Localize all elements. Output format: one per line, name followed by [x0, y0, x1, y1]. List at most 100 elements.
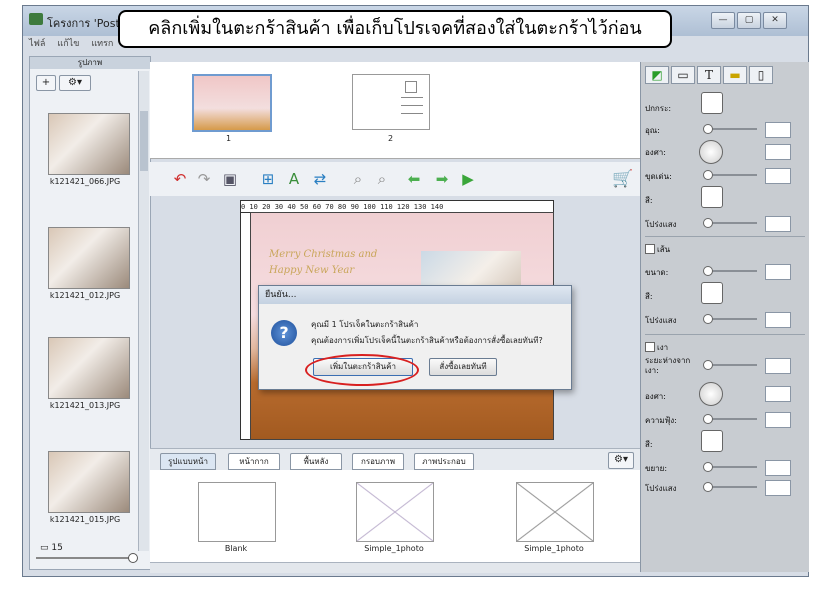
add-photo-button[interactable]: +	[36, 75, 56, 91]
line-color-swatch[interactable]	[701, 282, 723, 304]
slider-knob[interactable]	[703, 170, 713, 180]
stamp-box-icon	[405, 81, 417, 93]
tab-clipart[interactable]: ภาพประกอบ	[414, 453, 474, 470]
shadow-color-swatch[interactable]	[701, 430, 723, 452]
slider-knob[interactable]	[703, 462, 713, 472]
photo-scrollbar[interactable]	[138, 71, 149, 551]
alpha-input[interactable]	[765, 122, 791, 138]
fill-tool-icon[interactable]: ◩	[645, 66, 669, 84]
color-swatch[interactable]	[701, 92, 723, 114]
minimize-button[interactable]: —	[711, 12, 735, 29]
line-opacity-input[interactable]	[765, 312, 791, 328]
cart-icon[interactable]: 🛒	[612, 170, 633, 188]
prop-label: โปร่งแสง	[645, 316, 677, 325]
slider-knob[interactable]	[703, 218, 713, 228]
redo-icon[interactable]: ↷	[194, 170, 214, 188]
prop-label: เงา	[657, 343, 669, 352]
photo-caption: k121421_066.JPG	[49, 177, 121, 186]
shadow-angle-dial[interactable]	[699, 382, 723, 406]
template-blank[interactable]	[198, 482, 276, 542]
angle-dial[interactable]	[699, 140, 723, 164]
photo-options-button[interactable]: ⚙▾	[59, 75, 91, 91]
zoom-in-icon[interactable]: ⌕	[348, 170, 368, 188]
brush-input[interactable]	[765, 168, 791, 184]
prop-label: สี:	[645, 440, 653, 449]
photo-thumbnail-4[interactable]	[48, 451, 130, 513]
maximize-button[interactable]: ▢	[737, 12, 761, 29]
dialog-message-1: คุณมี 1 โปรเจ็คในตะกร้าสินค้า	[311, 320, 419, 329]
slider-knob[interactable]	[703, 266, 713, 276]
text-tool-icon[interactable]: T	[697, 66, 721, 84]
close-button[interactable]: ✕	[763, 12, 787, 29]
address-line	[401, 105, 423, 106]
photo-count-value: 15	[51, 543, 63, 553]
replace-image-icon[interactable]: ⇄	[310, 170, 330, 188]
photo-thumbnail-1[interactable]	[48, 113, 130, 175]
zoom-out-icon[interactable]: ⌕	[372, 170, 392, 188]
prop-label: ปกกระ:	[645, 104, 672, 113]
tab-page-layout[interactable]: รูปแบบหน้า	[160, 453, 216, 470]
address-line	[401, 113, 423, 114]
scrollbar-thumb[interactable]	[140, 111, 148, 171]
ruler-tool-icon[interactable]: ▬	[723, 66, 747, 84]
shadow-angle-input[interactable]	[765, 386, 791, 402]
highlight-ring	[305, 354, 419, 386]
gear-icon[interactable]: ⚙▾	[608, 452, 634, 469]
slider-knob[interactable]	[128, 553, 138, 563]
save-icon[interactable]: ▣	[220, 170, 240, 188]
photo-thumbnail-2[interactable]	[48, 227, 130, 289]
slider-knob[interactable]	[703, 314, 713, 324]
play-icon[interactable]: ▶	[458, 170, 478, 188]
photo-thumbnail-3[interactable]	[48, 337, 130, 399]
tab-frame[interactable]: กรอบภาพ	[352, 453, 404, 470]
spread-input[interactable]	[765, 460, 791, 476]
tab-mask[interactable]: หน้ากาก	[228, 453, 280, 470]
template-simple-1photo-alt[interactable]	[516, 482, 594, 542]
template-caption: Simple_1photo	[364, 544, 424, 553]
greeting-text[interactable]: Merry Christmas and Happy New Year	[269, 247, 377, 279]
properties-panel: ◩ ▭ T ▬ ▯ ปกกระ: อุณ: องศา: ขุดเด่น: สี: โปร…	[640, 62, 809, 572]
thumbnail-size-slider[interactable]	[36, 557, 136, 559]
next-arrow-icon[interactable]: ➡	[432, 170, 452, 188]
prop-label: อุณ:	[645, 126, 660, 135]
greeting-line-2: Happy New Year	[269, 265, 355, 276]
prop-label: สี:	[645, 292, 653, 301]
horizontal-scrollbar[interactable]	[150, 562, 640, 573]
greeting-line-1: Merry Christmas and	[269, 249, 378, 260]
frame-tool-icon[interactable]: ▭	[671, 66, 695, 84]
prop-label: โปร่งแสง	[645, 484, 677, 493]
photo-caption: k121421_013.JPG	[49, 401, 121, 410]
prop-label: ขุดเด่น:	[645, 172, 672, 181]
undo-icon[interactable]: ↶	[170, 170, 190, 188]
slider-knob[interactable]	[703, 482, 713, 492]
page-tool-icon[interactable]: ▯	[749, 66, 773, 84]
opacity-input[interactable]	[765, 216, 791, 232]
app-icon	[29, 13, 43, 25]
order-now-button[interactable]: สั่งซื้อเลยทันที	[429, 358, 497, 376]
menu-file[interactable]: ไฟล์	[29, 39, 45, 49]
shadow-checkbox[interactable]	[645, 342, 655, 352]
softness-input[interactable]	[765, 412, 791, 428]
line-checkbox[interactable]	[645, 244, 655, 254]
shadow-opacity-input[interactable]	[765, 480, 791, 496]
prev-arrow-icon[interactable]: ⬅	[404, 170, 424, 188]
add-text-icon[interactable]: A	[284, 170, 304, 188]
fill-swatch[interactable]	[701, 186, 723, 208]
distance-input[interactable]	[765, 358, 791, 374]
slider-knob[interactable]	[703, 360, 713, 370]
page-thumbnail-2[interactable]	[352, 74, 430, 130]
size-input[interactable]	[765, 264, 791, 280]
page-thumbnail-1[interactable]	[192, 74, 272, 132]
question-icon: ?	[271, 320, 297, 346]
slider-knob[interactable]	[703, 414, 713, 424]
template-simple-1photo[interactable]	[356, 482, 434, 542]
angle-input[interactable]	[765, 144, 791, 160]
tab-background[interactable]: พื้นหลัง	[290, 453, 342, 470]
page-number: 1	[226, 134, 232, 143]
menu-edit[interactable]: แก้ไข	[57, 39, 79, 49]
menu-insert[interactable]: แทรก	[91, 39, 113, 49]
instruction-callout: คลิกเพิ่มในตะกร้าสินค้า เพื่อเก็บโปรเจคท…	[118, 10, 672, 48]
slider-knob[interactable]	[703, 124, 713, 134]
prop-label: ความฟุ้ง:	[645, 416, 677, 425]
add-image-icon[interactable]: ⊞	[258, 170, 278, 188]
